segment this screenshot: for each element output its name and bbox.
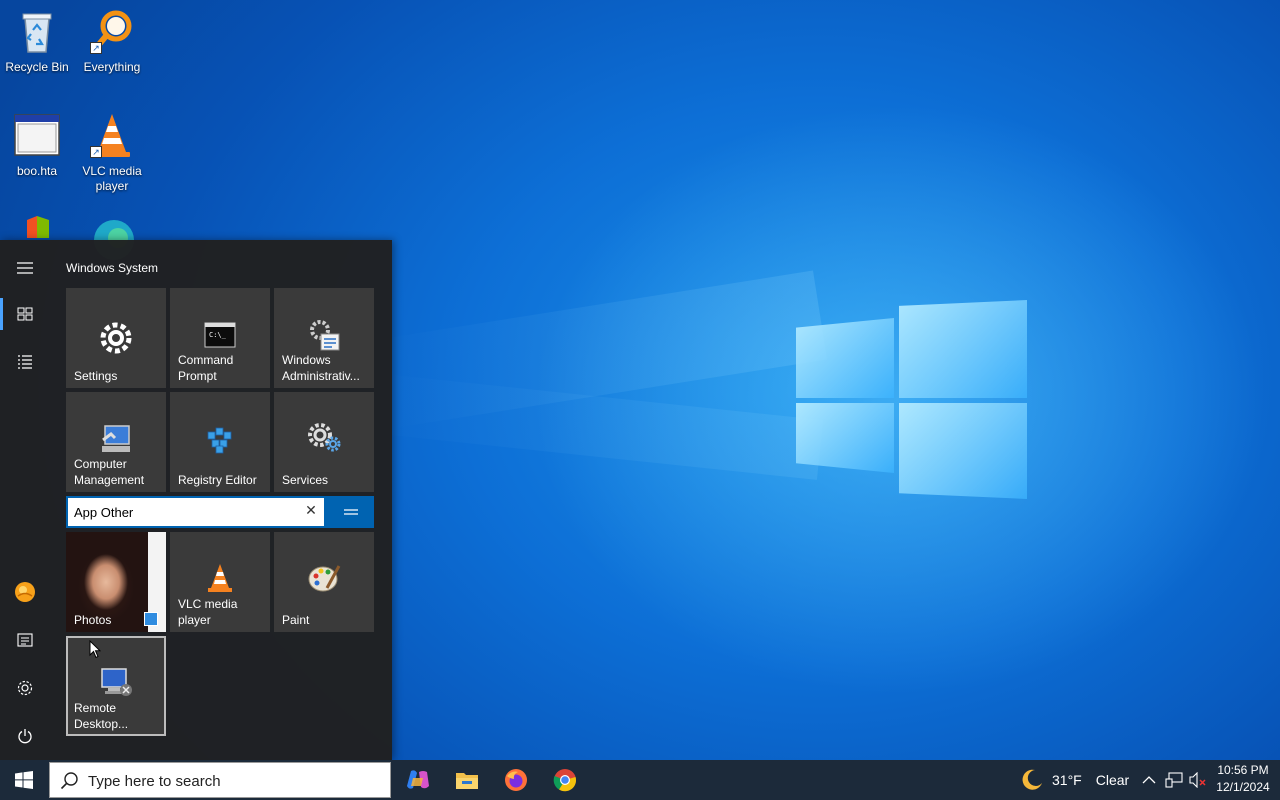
- tile-paint[interactable]: Paint: [274, 532, 374, 632]
- search-input[interactable]: [88, 769, 378, 793]
- tiles-icon: [17, 307, 33, 321]
- vlc-cone-icon: ↗: [88, 112, 136, 160]
- tile-computer-management[interactable]: Computer Management: [66, 392, 166, 492]
- desktop-icon-label: VLC media player: [82, 164, 142, 193]
- recycle-bin-icon: [13, 8, 61, 56]
- desktop-icon-label: boo.hta: [16, 164, 58, 178]
- desktop-icon-everything[interactable]: ↗ Everything: [75, 8, 149, 75]
- shortcut-arrow-icon: ↗: [90, 42, 102, 54]
- tile-label: Services: [282, 473, 329, 487]
- weather-temperature: 31°F: [1052, 772, 1082, 788]
- desktop-icon-label: Everything: [83, 60, 141, 74]
- tile-registry-editor[interactable]: Registry Editor: [170, 392, 270, 492]
- power-icon: [18, 729, 32, 744]
- tile-settings[interactable]: Settings: [66, 288, 166, 388]
- desktop-icon-recycle-bin[interactable]: Recycle Bin: [0, 8, 74, 75]
- tile-photos[interactable]: Photos: [66, 532, 166, 632]
- pinned-tiles-button[interactable]: [0, 292, 50, 336]
- group-name-input[interactable]: [68, 498, 324, 526]
- gear-icon: [17, 680, 33, 696]
- tile-label: Command Prompt: [178, 353, 234, 383]
- taskbar-app-copilot[interactable]: [394, 760, 442, 800]
- power-button[interactable]: [0, 714, 50, 758]
- tile-label: VLC media player: [178, 597, 238, 627]
- start-button[interactable]: [0, 760, 48, 800]
- moon-icon: [1022, 769, 1042, 790]
- desktop-icon-boo-hta[interactable]: boo.hta: [0, 112, 74, 179]
- tile-label: Paint: [282, 613, 310, 627]
- gear-icon: [98, 320, 134, 360]
- show-hidden-icons-button[interactable]: [1142, 760, 1156, 800]
- all-apps-button[interactable]: [0, 340, 50, 384]
- tile-group-title[interactable]: Windows System: [66, 261, 158, 275]
- user-avatar-icon: [15, 582, 35, 602]
- taskbar-search-box[interactable]: [49, 762, 391, 798]
- volume-button[interactable]: [1189, 760, 1207, 800]
- taskbar: 31°F Clear 10:56 PM 12/1/2024: [0, 760, 1280, 800]
- shortcut-arrow-icon: ↗: [90, 146, 102, 158]
- folder-icon: [456, 773, 478, 789]
- tile-command-prompt[interactable]: C:\_ Command Prompt: [170, 288, 270, 388]
- close-icon: ✕: [305, 502, 317, 518]
- group-drag-handle[interactable]: [336, 504, 366, 520]
- cmd-icon: C:\_: [204, 322, 236, 352]
- hta-window-icon: [13, 112, 61, 160]
- tile-label: Registry Editor: [178, 473, 257, 487]
- search-icon: [60, 772, 78, 790]
- tile-windows-administrative-tools[interactable]: Windows Administrativ...: [274, 288, 374, 388]
- chevron-up-icon: [1142, 776, 1156, 784]
- remote-desktop-icon: [99, 666, 133, 702]
- tile-label: Settings: [74, 369, 118, 383]
- svg-text:C:\_: C:\_: [209, 331, 227, 339]
- document-icon: [17, 633, 33, 647]
- tile-services[interactable]: Services: [274, 392, 374, 492]
- desktop-icon-label: Recycle Bin: [5, 60, 69, 74]
- tile-vlc-media-player[interactable]: VLC media player: [170, 532, 270, 632]
- expand-button[interactable]: [0, 246, 50, 290]
- registry-icon: [205, 422, 235, 458]
- everything-search-icon: ↗: [88, 8, 136, 56]
- clock[interactable]: 10:56 PM 12/1/2024: [1208, 762, 1278, 796]
- windows-logo-pane: [796, 403, 894, 473]
- desktop-icon-vlc[interactable]: ↗ VLC media player: [75, 112, 149, 194]
- list-icon: [18, 355, 32, 369]
- tile-label: Computer Management: [74, 457, 145, 487]
- tile-label: Remote Desktop...: [74, 701, 129, 731]
- clear-input-button[interactable]: ✕: [302, 502, 320, 522]
- taskbar-app-chrome[interactable]: [541, 760, 589, 800]
- tile-label: Windows Administrativ...: [282, 353, 360, 383]
- user-button[interactable]: [0, 570, 50, 614]
- taskbar-app-file-explorer[interactable]: [443, 760, 491, 800]
- copilot-icon: [407, 770, 429, 789]
- clock-time: 10:56 PM: [1217, 763, 1269, 777]
- volume-muted-icon: [1189, 772, 1206, 788]
- start-menu: Windows System Settings C:\_ Command Pro…: [0, 240, 392, 760]
- settings-button[interactable]: [0, 666, 50, 710]
- taskbar-app-firefox[interactable]: [492, 760, 540, 800]
- mouse-cursor-icon: [89, 639, 102, 664]
- tile-remote-desktop[interactable]: Remote Desktop...: [66, 636, 166, 736]
- paint-palette-icon: [307, 562, 341, 598]
- tile-label: Photos: [74, 613, 112, 627]
- chrome-icon: [553, 769, 577, 792]
- clock-date: 12/1/2024: [1216, 780, 1270, 794]
- services-gears-icon: [307, 422, 341, 458]
- documents-button[interactable]: [0, 618, 50, 662]
- network-status-button[interactable]: [1165, 760, 1183, 800]
- drag-handle-icon: [344, 509, 358, 515]
- weather-condition: Clear: [1095, 772, 1130, 788]
- windows-logo-pane: [899, 403, 1027, 499]
- network-icon: [1165, 772, 1183, 788]
- vlc-cone-icon: [205, 562, 235, 598]
- group-name-editor: ✕: [66, 496, 374, 528]
- windows-logo-pane: [796, 318, 894, 398]
- start-rail: [0, 240, 50, 760]
- admin-tools-icon: [307, 318, 341, 356]
- firefox-icon: [505, 769, 527, 791]
- computer-management-icon: [99, 422, 133, 460]
- weather-widget[interactable]: 31°F Clear: [1020, 760, 1129, 800]
- hamburger-icon: [17, 262, 33, 274]
- windows-logo-icon: [15, 771, 33, 789]
- windows-logo-pane: [899, 300, 1027, 398]
